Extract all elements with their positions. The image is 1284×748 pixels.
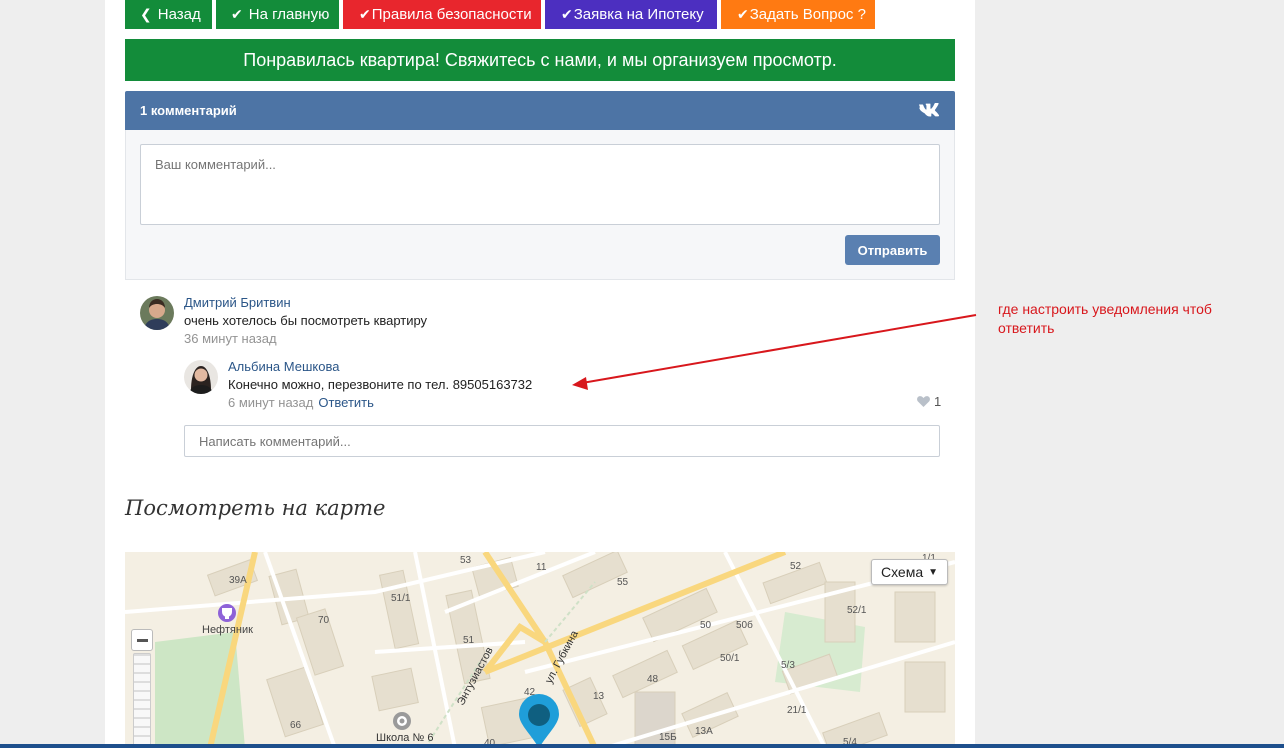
map-label: 13	[593, 691, 605, 702]
stadium-icon	[218, 604, 236, 622]
reply-author[interactable]: Альбина Мешкова	[228, 359, 339, 374]
safety-rules-label: Правила безопасности	[371, 6, 532, 23]
map-label: Школа № 6	[376, 732, 434, 744]
map-label: 15Б	[659, 732, 677, 743]
reply-meta: 6 минут назад Ответить	[228, 395, 374, 410]
comment-text: очень хотелось бы посмотреть квартиру	[184, 313, 428, 328]
comment-form: Отправить	[125, 130, 955, 280]
comments-header: 1 комментарий	[125, 91, 955, 130]
heart-icon	[917, 396, 930, 407]
map-label: Нефтяник	[202, 624, 253, 636]
reply-link[interactable]: Ответить	[318, 395, 374, 410]
map-label: 53	[460, 555, 472, 566]
vk-logo-icon[interactable]	[919, 101, 941, 119]
comment-time[interactable]: 36 минут назад	[184, 331, 277, 346]
safety-rules-button[interactable]: ✔ Правила безопасности	[343, 0, 541, 29]
comment-textarea[interactable]	[140, 144, 940, 225]
promo-text: Понравилась квартира! Свяжитесь с нами, …	[243, 49, 837, 70]
map-label: 66	[290, 720, 302, 731]
map-label: 48	[647, 674, 659, 685]
map-label: 42	[524, 687, 536, 698]
map-tiles[interactable]	[125, 552, 955, 748]
like-count: 1	[934, 394, 942, 409]
user-photo-icon	[184, 360, 218, 394]
avatar[interactable]	[140, 296, 174, 330]
back-button[interactable]: ❮ Назад	[125, 0, 212, 29]
school-icon	[393, 712, 411, 730]
map-label: 21/1	[787, 705, 807, 716]
bottom-border	[0, 744, 1284, 748]
check-icon: ✔	[737, 6, 749, 22]
back-label: Назад	[157, 6, 201, 23]
map-layer-label: Схема	[880, 564, 924, 580]
avatar[interactable]	[184, 360, 218, 394]
comment-author[interactable]: Дмитрий Бритвин	[184, 295, 291, 310]
minus-icon	[136, 638, 148, 642]
zoom-slider[interactable]	[133, 653, 151, 748]
ask-label: Задать Вопрос ?	[749, 6, 866, 23]
map-label: 52/1	[847, 605, 867, 616]
map-label: 70	[318, 615, 330, 626]
comments-count: 1 комментарий	[140, 103, 237, 118]
mortgage-label: Заявка на Ипотеку	[573, 6, 704, 23]
send-button[interactable]: Отправить	[845, 235, 940, 265]
mortgage-request-button[interactable]: ✔ Заявка на Ипотеку	[545, 0, 717, 29]
map-label: 50	[700, 620, 712, 631]
like-button[interactable]: 1	[917, 394, 941, 409]
check-icon: ✔	[231, 6, 243, 22]
check-icon: ✔	[561, 6, 573, 22]
zoom-out-button[interactable]	[131, 629, 153, 651]
map-label: 50б	[736, 620, 753, 631]
map-label: 13А	[695, 726, 713, 737]
reply-time[interactable]: 6 минут назад	[228, 395, 313, 410]
reply-text: Конечно можно, перезвоните по тел. 89505…	[228, 377, 533, 392]
home-label: На главную	[248, 6, 330, 23]
triangle-down-icon: ▼	[928, 566, 939, 578]
promo-banner[interactable]: Понравилась квартира! Свяжитесь с нами, …	[125, 39, 955, 81]
map-label: 55	[617, 577, 629, 588]
map-label: 52	[790, 561, 802, 572]
map-view[interactable]: 39А Нефтяник 70 66 51/1 53 51 11 55 42 4…	[125, 552, 955, 748]
map-label: 11	[536, 562, 547, 573]
map-section-title: Посмотреть на карте	[125, 496, 386, 520]
chevron-left-icon: ❮	[140, 6, 152, 22]
ask-question-button[interactable]: ✔ Задать Вопрос ?	[721, 0, 875, 29]
home-button[interactable]: ✔ На главную	[216, 0, 339, 29]
map-label: 5/3	[781, 660, 795, 671]
top-navigation: ❮ Назад ✔ На главную ✔ Правила безопасно…	[125, 0, 879, 29]
annotation-note: где настроить уведомления чтоб ответить	[998, 301, 1212, 336]
send-label: Отправить	[857, 242, 928, 258]
reply-comment-input[interactable]	[184, 425, 940, 457]
user-photo-icon	[140, 296, 174, 330]
map-label: 51/1	[391, 593, 411, 604]
map-label: 50/1	[720, 653, 740, 664]
map-label: 39А	[229, 575, 247, 586]
map-layer-select[interactable]: Схема ▼	[871, 559, 948, 585]
map-label: 51	[463, 635, 475, 646]
check-icon: ✔	[359, 6, 371, 22]
